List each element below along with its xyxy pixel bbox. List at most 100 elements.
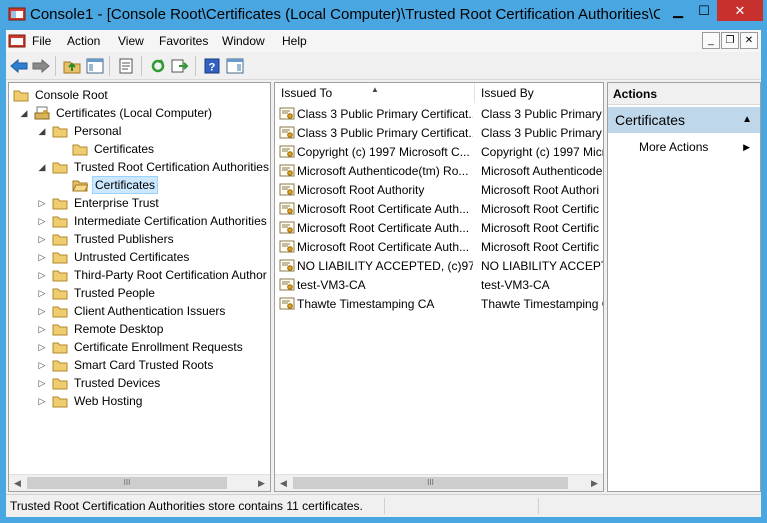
show-hide-tree-button[interactable] xyxy=(84,55,106,77)
collapse-icon[interactable]: ◢ xyxy=(37,162,47,172)
tree-item[interactable]: ▷ Web Hosting xyxy=(37,392,144,410)
tree-item-label: Certificates (Local Computer) xyxy=(56,106,213,120)
close-button[interactable]: ✕ xyxy=(717,0,763,21)
expand-icon[interactable]: ▷ xyxy=(37,198,47,208)
tree-item-label: Enterprise Trust xyxy=(74,196,159,210)
table-row[interactable]: NO LIABILITY ACCEPTED, (c)97 ... NO LIABI… xyxy=(275,257,603,276)
cell-issued-to: Microsoft Root Authority xyxy=(297,183,425,197)
status-text: Trusted Root Certification Authorities s… xyxy=(10,499,363,513)
tree-horizontal-scrollbar[interactable]: ◀ III ▶ xyxy=(9,474,270,491)
tree-item[interactable]: ▷ Enterprise Trust xyxy=(37,194,161,212)
table-row[interactable]: Class 3 Public Primary Certificat... Clas… xyxy=(275,124,603,143)
menu-favorites[interactable]: Favorites xyxy=(159,34,208,48)
table-row[interactable]: Microsoft Root Certificate Auth... Micros… xyxy=(275,238,603,257)
table-row[interactable]: Class 3 Public Primary Certificat... Clas… xyxy=(275,105,604,124)
collapse-icon[interactable]: ◢ xyxy=(19,108,29,118)
menu-view[interactable]: View xyxy=(118,34,144,48)
expand-icon[interactable]: ▷ xyxy=(37,252,47,262)
table-row[interactable]: Microsoft Root Certificate Auth... Micros… xyxy=(275,200,603,219)
export-list-icon xyxy=(171,59,189,73)
show-hide-tree-icon xyxy=(86,58,104,74)
actions-pane: Actions Certificates ▲ More Actions ▶ xyxy=(607,82,761,492)
forward-button[interactable] xyxy=(30,55,52,77)
tree-item[interactable]: ▷ Trusted Publishers xyxy=(37,230,176,248)
status-bar: Trusted Root Certification Authorities s… xyxy=(6,494,761,516)
cell-issued-to: test-VM3-CA xyxy=(297,278,366,292)
refresh-button[interactable] xyxy=(147,55,169,77)
child-restore-button[interactable]: ❐ xyxy=(721,32,739,49)
expand-icon[interactable]: ▷ xyxy=(37,342,47,352)
console-document-icon[interactable] xyxy=(8,33,26,49)
expand-icon[interactable]: ▷ xyxy=(37,270,47,280)
menu-help[interactable]: Help xyxy=(282,34,307,48)
scroll-left-arrow[interactable]: ◀ xyxy=(9,475,26,491)
child-close-button[interactable]: ✕ xyxy=(740,32,758,49)
expand-icon[interactable]: ▷ xyxy=(37,234,47,244)
expand-icon[interactable]: ▷ xyxy=(37,306,47,316)
up-one-level-button[interactable] xyxy=(61,55,83,77)
export-list-button[interactable] xyxy=(169,55,191,77)
cell-issued-by: Microsoft Root Certific xyxy=(481,221,600,235)
back-button[interactable] xyxy=(8,55,30,77)
table-row[interactable]: Thawte Timestamping CA Thawte Timestampin… xyxy=(275,295,603,314)
scroll-thumb[interactable]: III xyxy=(27,477,227,489)
table-row[interactable]: Copyright (c) 1997 Microsoft C... Copyrig… xyxy=(275,143,604,162)
column-header-issued-by[interactable]: Issued By xyxy=(475,83,603,103)
tree-item[interactable]: ▷ Third-Party Root Certification Author xyxy=(37,266,269,284)
certificate-icon xyxy=(279,183,295,196)
list-horizontal-scrollbar[interactable]: ◀ III ▶ xyxy=(275,474,603,491)
tree-item[interactable]: ▷ Certificate Enrollment Requests xyxy=(37,338,245,356)
show-hide-action-pane-button[interactable] xyxy=(224,55,246,77)
help-button[interactable]: ? xyxy=(201,55,223,77)
table-row[interactable]: Microsoft Root Authority Microsoft Root A… xyxy=(275,181,603,200)
cell-issued-to: Class 3 Public Primary Certificat... xyxy=(297,126,473,140)
cell-issued-to: Microsoft Root Certificate Auth... xyxy=(297,240,470,254)
table-row[interactable]: test-VM3-CA test-VM3-CA xyxy=(275,276,603,295)
expand-icon[interactable]: ▷ xyxy=(37,378,47,388)
expand-icon[interactable]: ▷ xyxy=(37,216,47,226)
tree-item[interactable]: Console Root xyxy=(13,86,110,104)
cell-issued-by: Copyright (c) 1997 Micr xyxy=(481,145,604,159)
collapse-icon[interactable]: ◢ xyxy=(37,126,47,136)
folder-icon xyxy=(52,324,68,336)
tree-item[interactable]: ◢ Trusted Root Certification Authorities xyxy=(37,158,270,176)
scroll-left-arrow[interactable]: ◀ xyxy=(275,475,292,491)
tree-item[interactable]: ▷ Client Authentication Issuers xyxy=(37,302,227,320)
expand-icon[interactable]: ▷ xyxy=(37,288,47,298)
expand-icon[interactable]: ▷ xyxy=(37,324,47,334)
table-row[interactable]: Microsoft Authenticode(tm) Ro... Microsof… xyxy=(275,162,603,181)
tree-item-label: Untrusted Certificates xyxy=(74,250,190,264)
actions-section-certificates[interactable]: Certificates ▲ xyxy=(608,107,760,133)
tree-item[interactable]: ◢ Personal xyxy=(37,122,123,140)
tree-item[interactable]: ▷ Untrusted Certificates xyxy=(37,248,191,266)
minimize-button[interactable]: ▁ xyxy=(665,0,691,21)
menu-window[interactable]: Window xyxy=(222,34,265,48)
expand-icon[interactable]: ▷ xyxy=(37,360,47,370)
scroll-thumb[interactable]: III xyxy=(293,477,568,489)
tree-item[interactable]: Certificates xyxy=(57,176,159,194)
more-actions-item[interactable]: More Actions ▶ xyxy=(608,137,760,157)
tree-item[interactable]: ▷ Trusted Devices xyxy=(37,374,162,392)
cell-issued-by: Class 3 Public Primary C xyxy=(481,107,604,121)
expand-icon[interactable]: ▷ xyxy=(37,396,47,406)
title-bar[interactable]: Console1 - [Console Root\Certificates (L… xyxy=(0,0,767,30)
menu-file[interactable]: File xyxy=(32,34,51,48)
properties-button[interactable] xyxy=(115,55,137,77)
certificate-icon xyxy=(279,107,295,120)
menu-action[interactable]: Action xyxy=(67,34,100,48)
child-minimize-button[interactable]: _ xyxy=(702,32,720,49)
folder-icon xyxy=(52,288,68,300)
tree-item[interactable]: ▷ Smart Card Trusted Roots xyxy=(37,356,215,374)
tree-item-label: Trusted Devices xyxy=(74,376,161,390)
table-row[interactable]: Microsoft Root Certificate Auth... Micros… xyxy=(275,219,603,238)
tree-item[interactable]: Certificates xyxy=(57,140,156,158)
folder-icon xyxy=(52,162,68,174)
scroll-right-arrow[interactable]: ▶ xyxy=(253,475,270,491)
tree-item[interactable]: ▷ Intermediate Certification Authorities xyxy=(37,212,269,230)
collapse-up-icon[interactable]: ▲ xyxy=(742,107,752,133)
tree-item[interactable]: ▷ Remote Desktop xyxy=(37,320,165,338)
tree-item[interactable]: ◢ Certificates (Local Computer) xyxy=(19,104,214,122)
scroll-right-arrow[interactable]: ▶ xyxy=(586,475,603,491)
maximize-button[interactable]: ☐ xyxy=(691,0,717,21)
tree-item[interactable]: ▷ Trusted People xyxy=(37,284,157,302)
